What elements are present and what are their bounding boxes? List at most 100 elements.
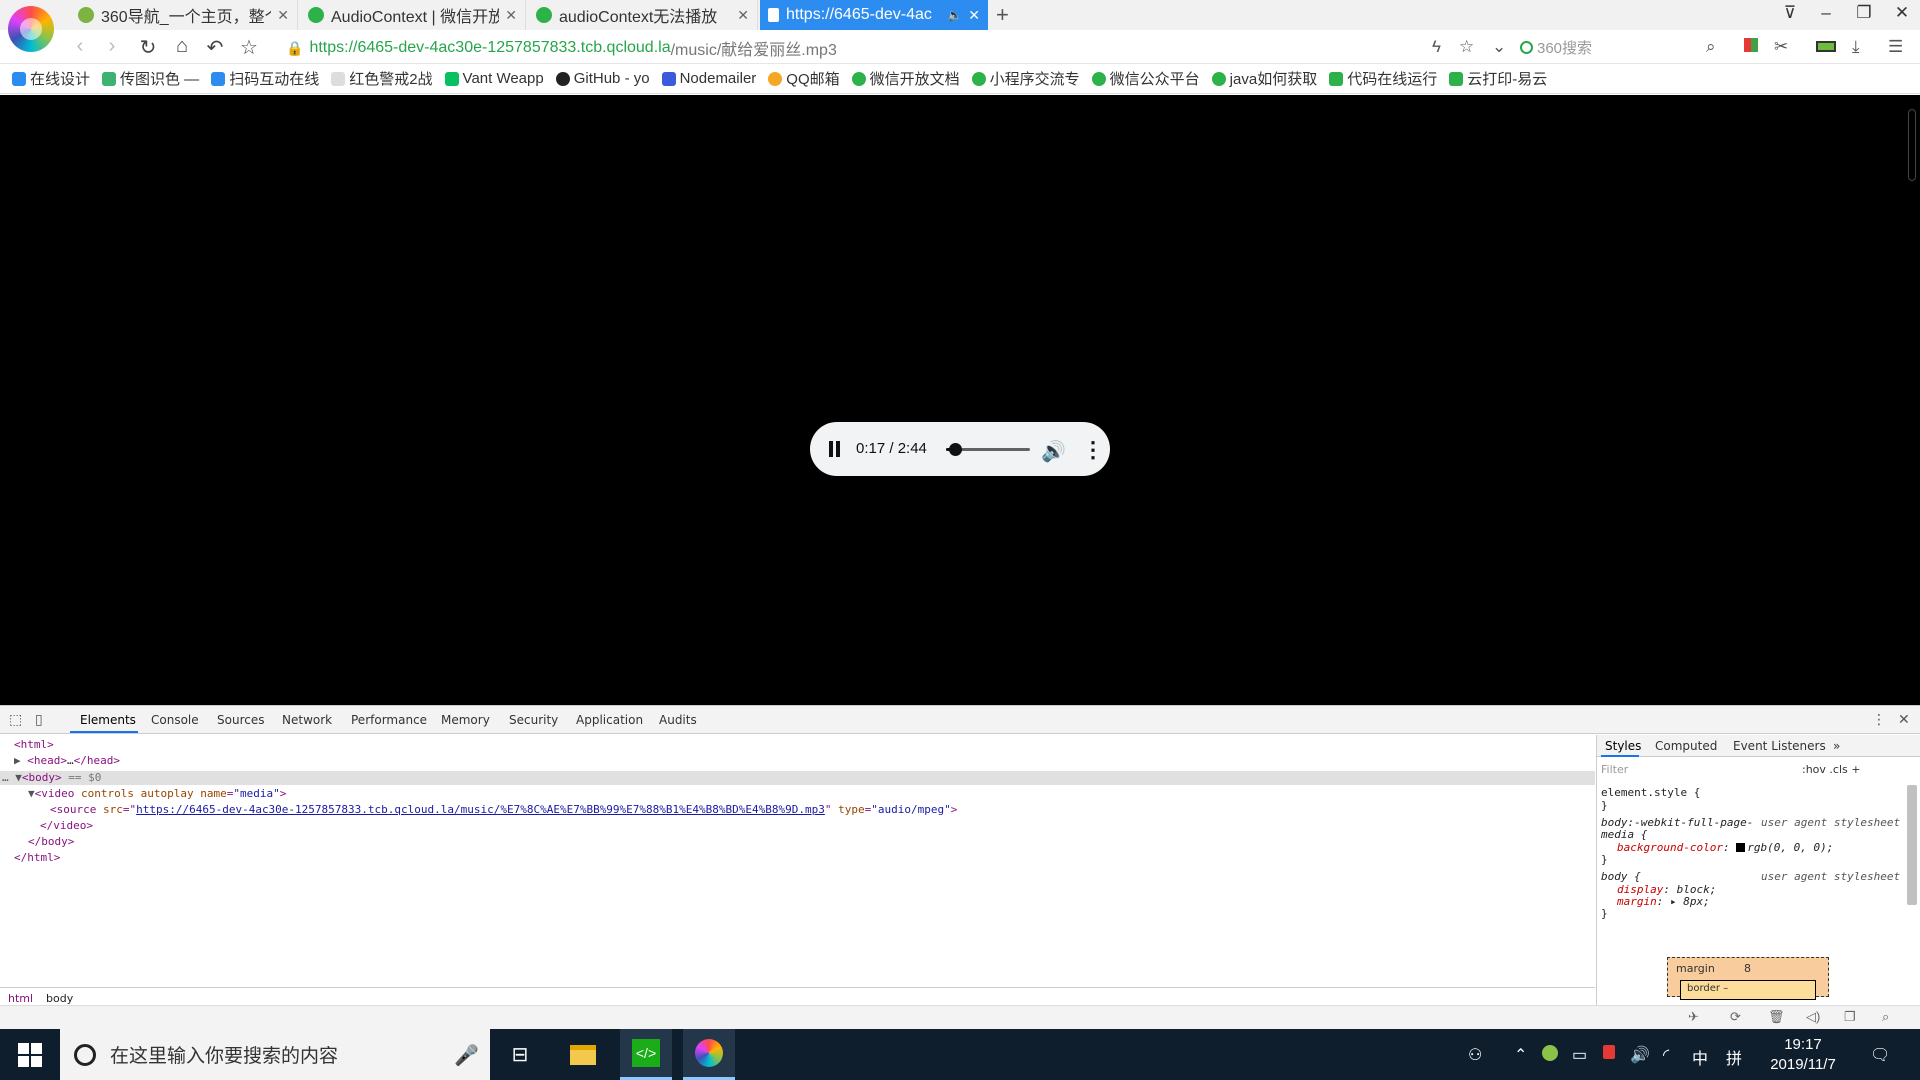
devtools-menu-icon[interactable]: ⋮: [1872, 712, 1886, 728]
taskbar-search-box[interactable]: 在这里输入你要搜索的内容: [60, 1029, 490, 1080]
scissors-icon[interactable]: ✂: [1774, 37, 1788, 57]
tab-active-mp3[interactable]: https://6465-dev-4ac 🔈 ✕: [760, 0, 988, 30]
bookmark-item[interactable]: GitHub - yo: [555, 70, 650, 87]
tray-overflow-icon[interactable]: ⌃: [1514, 1045, 1527, 1065]
battery-icon[interactable]: ▭: [1572, 1045, 1587, 1065]
bookmark-item[interactable]: 在线设计: [12, 68, 90, 89]
tab-security[interactable]: Security: [509, 713, 558, 727]
tab-performance[interactable]: Performance: [351, 713, 427, 727]
dom-node-body[interactable]: … ▼<body> == $0: [2, 771, 101, 784]
dom-node-video[interactable]: ▼<video controls autoplay name="media">: [28, 787, 286, 800]
tab-audiocontext-issue[interactable]: audioContext无法播放 ✕: [528, 0, 758, 30]
task-view-icon[interactable]: ⊟: [494, 1029, 546, 1080]
styles-filter-input[interactable]: Filter: [1601, 763, 1628, 776]
ime-mode[interactable]: 拼: [1726, 1045, 1742, 1069]
dom-node-video-close[interactable]: </video>: [40, 819, 93, 832]
system-clock[interactable]: 19:17 2019/11/7: [1758, 1035, 1848, 1075]
bookmark-item[interactable]: 代码在线运行: [1329, 68, 1437, 89]
seek-slider[interactable]: [946, 443, 1030, 456]
favorite-star-icon[interactable]: ☆: [237, 35, 261, 60]
tab-close-icon[interactable]: ✕: [277, 7, 289, 24]
tab-network[interactable]: Network: [282, 713, 332, 727]
tab-console[interactable]: Console: [151, 713, 199, 727]
volume-tray-icon[interactable]: 🔊: [1630, 1045, 1650, 1065]
tab-application[interactable]: Application: [576, 713, 643, 727]
collapse-triangle-icon[interactable]: ▼: [28, 787, 35, 800]
bookmark-item[interactable]: 微信开放文档: [851, 68, 960, 89]
tab-audits[interactable]: Audits: [659, 713, 697, 727]
download-icon[interactable]: ⤓: [1852, 37, 1860, 57]
bookmark-star-icon[interactable]: ☆: [1459, 37, 1474, 57]
tab-elements[interactable]: Elements: [80, 713, 136, 727]
more-tabs-icon[interactable]: »: [1833, 739, 1840, 753]
search-icon[interactable]: ⌕: [1706, 37, 1716, 57]
windows-start-icon[interactable]: [18, 1043, 42, 1067]
tab-memory[interactable]: Memory: [441, 713, 490, 727]
minimize-icon[interactable]: –: [1814, 3, 1838, 23]
forward-icon[interactable]: ›: [100, 35, 124, 58]
battery-saver-icon[interactable]: [1816, 37, 1836, 57]
lightning-icon[interactable]: ϟ: [1432, 37, 1441, 57]
source-url-link[interactable]: https://6465-dev-4ac30e-1257857833.tcb.q…: [136, 803, 825, 816]
bookmark-item[interactable]: java如何获取: [1211, 68, 1317, 89]
bookmark-item[interactable]: 小程序交流专: [971, 68, 1080, 89]
devtools-close-icon[interactable]: ✕: [1898, 712, 1910, 728]
tab-close-icon[interactable]: ✕: [737, 7, 749, 24]
trash-icon[interactable]: 🗑: [1768, 1009, 1785, 1025]
code-editor-icon[interactable]: </>: [620, 1029, 672, 1080]
bookmark-item[interactable]: 传图识色 —: [102, 68, 199, 89]
search-box[interactable]: 360搜索: [1520, 35, 1725, 59]
box-model-diagram[interactable]: margin 8 border –: [1667, 957, 1829, 1000]
reload-icon[interactable]: ↻: [136, 35, 160, 60]
new-tab-button[interactable]: +: [996, 2, 1009, 28]
bookmark-item[interactable]: QQ邮箱: [768, 68, 840, 89]
pin-icon[interactable]: ✈: [1688, 1009, 1699, 1025]
zoom-icon[interactable]: ⌕: [1882, 1009, 1889, 1025]
bookmark-item[interactable]: 云打印-易云: [1449, 68, 1547, 89]
dom-node-html[interactable]: <html>: [14, 738, 54, 751]
color-swatch[interactable]: [1736, 843, 1746, 852]
window-icon[interactable]: ❐: [1844, 1009, 1856, 1025]
browser-360-icon[interactable]: [683, 1029, 735, 1080]
tab-audio-icon[interactable]: 🔈: [947, 8, 962, 22]
notifications-icon[interactable]: 🗨: [1870, 1045, 1890, 1065]
microphone-icon[interactable]: 🎤: [454, 1043, 479, 1068]
collapse-triangle-icon[interactable]: ▼: [15, 771, 22, 784]
back-icon[interactable]: ‹: [68, 35, 92, 58]
bookmark-item[interactable]: Nodemailer: [661, 70, 756, 87]
restore-icon[interactable]: ❐: [1852, 3, 1876, 23]
bookmark-item[interactable]: 微信公众平台: [1091, 68, 1200, 89]
tab-computed[interactable]: Computed: [1655, 739, 1717, 753]
dropdown-chevron-icon[interactable]: ⌄: [1492, 37, 1506, 57]
expand-triangle-icon[interactable]: ▶: [14, 754, 27, 767]
wifi-icon[interactable]: ◜: [1663, 1045, 1669, 1065]
tab-event-listeners[interactable]: Event Listeners: [1733, 739, 1826, 753]
tray-security-icon[interactable]: [1603, 1045, 1615, 1064]
dom-node-html-close[interactable]: </html>: [14, 851, 60, 864]
tab-styles[interactable]: Styles: [1605, 739, 1641, 753]
people-icon[interactable]: ⚇: [1468, 1045, 1482, 1065]
close-window-icon[interactable]: ✕: [1890, 3, 1914, 23]
device-toolbar-icon[interactable]: ▯: [35, 712, 43, 728]
menu-icon[interactable]: ☰: [1888, 37, 1903, 57]
address-bar[interactable]: 🔒 https://6465-dev-4ac30e-1257857833.tcb…: [286, 36, 1416, 60]
hov-cls-toggles[interactable]: :hov .cls +: [1802, 763, 1860, 776]
tab-close-icon[interactable]: ✕: [505, 7, 517, 24]
page-scrollbar[interactable]: [1908, 109, 1916, 181]
tab-audiocontext-docs[interactable]: AudioContext | 微信开放 ✕: [300, 0, 526, 30]
volume-icon[interactable]: 🔊: [1041, 439, 1066, 464]
tray-app-icon[interactable]: [1542, 1045, 1558, 1066]
bookmark-item[interactable]: Vant Weapp: [444, 70, 544, 87]
breadcrumb-body[interactable]: body: [46, 992, 73, 1005]
tab-sources[interactable]: Sources: [217, 713, 264, 727]
undo-close-icon[interactable]: ↶: [203, 35, 227, 60]
seek-thumb[interactable]: [948, 443, 962, 456]
breadcrumb-html[interactable]: html: [8, 992, 33, 1005]
tab-360nav[interactable]: 360导航_一个主页，整个 ✕: [70, 0, 298, 30]
browser-logo-icon[interactable]: [8, 6, 54, 52]
inspect-element-icon[interactable]: ⬚: [9, 712, 22, 728]
pause-icon[interactable]: [828, 441, 842, 457]
file-explorer-icon[interactable]: [557, 1029, 609, 1080]
audio-player[interactable]: 0:17 / 2:44 🔊 ⋮: [810, 422, 1110, 476]
bookmark-item[interactable]: 红色警戒2战: [331, 68, 433, 89]
